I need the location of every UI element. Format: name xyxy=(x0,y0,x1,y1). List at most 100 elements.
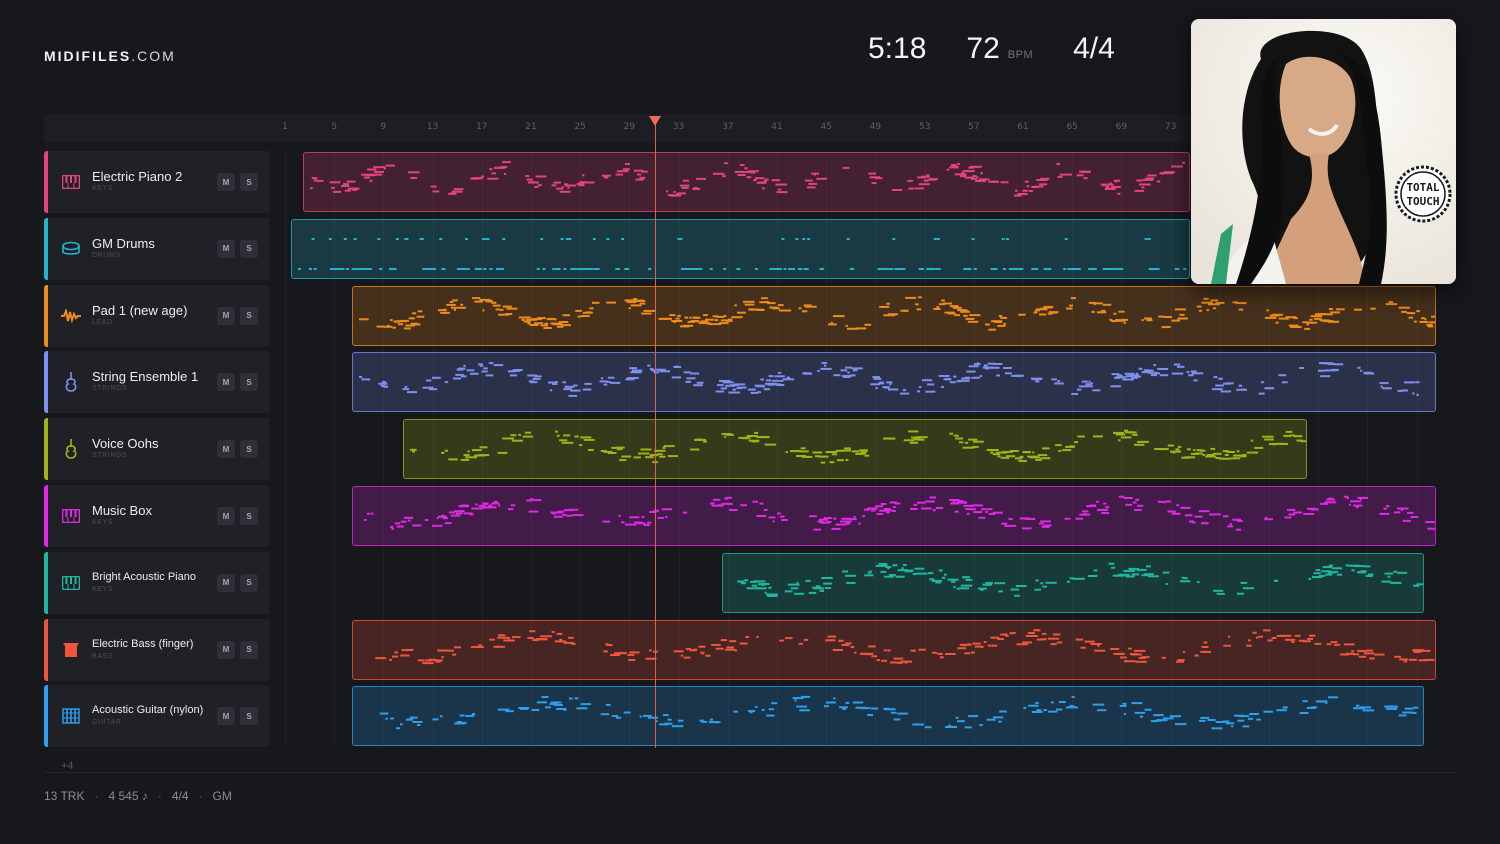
brand-name: MIDIFILES xyxy=(44,48,132,64)
footer-divider xyxy=(44,772,1456,773)
solo-button[interactable]: S xyxy=(240,239,258,258)
solo-button[interactable]: S xyxy=(240,306,258,325)
solo-button[interactable]: S xyxy=(240,507,258,525)
midi-clip[interactable] xyxy=(352,486,1436,546)
track-name: Pad 1 (new age) xyxy=(92,302,188,318)
track-count: 13 TRK xyxy=(44,789,85,803)
solo-button[interactable]: S xyxy=(240,707,258,726)
solo-button[interactable]: S xyxy=(240,440,258,459)
song-duration: 5:18 xyxy=(868,32,927,65)
mute-button[interactable]: M xyxy=(217,440,235,459)
ruler-bar-label: 53 xyxy=(918,122,931,132)
note-pattern xyxy=(298,237,1187,270)
track-header[interactable]: GM Drums DRUMS M S xyxy=(44,217,270,280)
bar-gridline xyxy=(285,148,286,748)
midi-clip[interactable] xyxy=(722,552,1424,613)
ruler-bar-label: 37 xyxy=(722,122,734,132)
tempo-unit: BPM xyxy=(1007,49,1034,61)
waveform-icon xyxy=(61,306,81,326)
track-category: KEYS xyxy=(92,585,114,593)
separator-dot: · xyxy=(94,789,99,803)
transport-stats: 5:18 72 BPM 4/4 xyxy=(868,32,1115,66)
track-color-stripe xyxy=(44,351,48,414)
track-category: DRUMS xyxy=(92,251,121,259)
track-name: Electric Piano 2 xyxy=(92,169,183,184)
track-name: Electric Bass (finger) xyxy=(92,637,194,650)
mute-button[interactable]: M xyxy=(217,173,235,191)
mute-button[interactable]: M xyxy=(217,507,235,525)
track-name: Voice Oohs xyxy=(92,436,159,452)
midi-clip[interactable] xyxy=(303,152,1190,212)
track-category: GUITAR xyxy=(92,719,122,727)
midi-clip[interactable] xyxy=(352,686,1424,747)
track-category: STRINGS xyxy=(92,385,128,393)
solo-button[interactable]: S xyxy=(240,573,258,592)
solo-button[interactable]: S xyxy=(240,173,258,191)
midi-clip[interactable] xyxy=(291,218,1190,279)
ruler-bar-label: 73 xyxy=(1164,122,1177,132)
note-pattern xyxy=(410,429,1306,464)
midi-clip[interactable] xyxy=(403,419,1307,480)
ruler-bar-label: 25 xyxy=(574,122,586,132)
track-name: Acoustic Guitar (nylon) xyxy=(92,704,204,717)
mute-button[interactable]: M xyxy=(217,306,235,325)
ruler-bar-label: 69 xyxy=(1115,122,1128,132)
track-header[interactable]: String Ensemble 1 STRINGS M S xyxy=(44,351,270,414)
track-header[interactable]: Acoustic Guitar (nylon) GUITAR M S xyxy=(44,685,270,748)
note-pattern xyxy=(359,295,1435,331)
midi-clip[interactable] xyxy=(352,619,1436,680)
drum-icon xyxy=(61,239,81,259)
mute-button[interactable]: M xyxy=(217,373,235,392)
piano-keys-icon xyxy=(61,506,81,526)
violin-icon xyxy=(61,439,81,459)
mute-button[interactable]: M xyxy=(217,573,235,592)
track-category: LEAD xyxy=(92,318,113,326)
track-name: String Ensemble 1 xyxy=(92,369,199,385)
track-header[interactable]: Music Box KEYS M S xyxy=(44,485,270,547)
brand-logo[interactable]: MIDIFILES.COM xyxy=(44,48,176,64)
more-tracks-indicator[interactable]: +4 xyxy=(61,760,74,772)
mute-button[interactable]: M xyxy=(217,239,235,258)
track-header[interactable]: Pad 1 (new age) LEAD M S xyxy=(44,284,270,347)
track-name: GM Drums xyxy=(92,235,155,251)
solo-button[interactable]: S xyxy=(240,640,258,659)
piano-keys-icon xyxy=(61,172,81,192)
playhead-line[interactable] xyxy=(655,124,656,748)
mute-button[interactable]: M xyxy=(217,707,235,726)
ruler-bar-label: 33 xyxy=(672,122,685,132)
ruler-bar-label: 57 xyxy=(968,122,980,132)
note-pattern xyxy=(310,161,1186,197)
ruler-bar-label: 61 xyxy=(1017,122,1029,132)
track-category: KEYS xyxy=(92,519,114,526)
track-name: Music Box xyxy=(92,503,152,518)
track-header[interactable]: Voice Oohs STRINGS M S xyxy=(44,418,270,481)
mute-button[interactable]: M xyxy=(217,640,235,659)
track-color-stripe xyxy=(44,618,48,681)
badge-text-bottom: TOUCH xyxy=(1406,195,1439,208)
track-color-stripe xyxy=(44,418,48,481)
track-color-stripe xyxy=(44,284,48,347)
bass-icon xyxy=(61,640,81,660)
footer-info: 13 TRK · 4 545 ♪ · 4/4 · GM xyxy=(44,789,232,803)
total-touch-badge: TOTAL TOUCH xyxy=(1394,165,1452,223)
track-header[interactable]: Bright Acoustic Piano KEYS M S xyxy=(44,551,270,614)
ruler-bar-label: 17 xyxy=(476,122,488,132)
footer-signature: 4/4 xyxy=(171,789,189,803)
track-color-stripe xyxy=(44,551,48,614)
note-pattern xyxy=(737,562,1423,597)
midi-standard: GM xyxy=(212,789,232,803)
note-pattern xyxy=(363,495,1435,531)
ruler-bar-label: 65 xyxy=(1066,122,1078,132)
midi-clip[interactable] xyxy=(352,352,1436,413)
track-category: BASS xyxy=(92,652,114,660)
separator-dot: · xyxy=(157,789,162,803)
ruler-bar-label: 29 xyxy=(623,122,636,132)
track-category: STRINGS xyxy=(92,452,128,460)
ruler-bar-label: 45 xyxy=(820,122,832,132)
midi-clip[interactable] xyxy=(352,285,1436,346)
track-header[interactable]: Electric Bass (finger) BASS M S xyxy=(44,618,270,681)
note-pattern xyxy=(379,696,1419,730)
solo-button[interactable]: S xyxy=(240,373,258,392)
track-color-stripe xyxy=(44,685,48,748)
track-header[interactable]: Electric Piano 2 KEYS M S xyxy=(44,151,270,213)
